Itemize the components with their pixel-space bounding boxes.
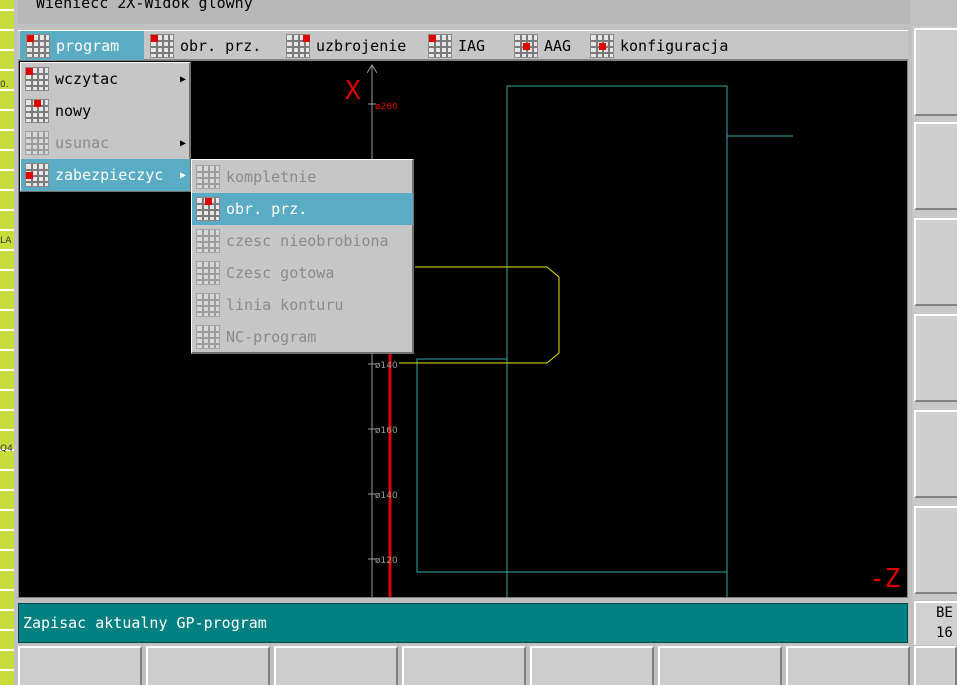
menu-item-nowy[interactable]: nowy (21, 95, 190, 127)
submenu-item-linia-konturu[interactable]: linia konturu (192, 289, 413, 321)
menu-item-label: nowy (55, 102, 92, 120)
softkey-4[interactable] (402, 646, 526, 685)
right-softkey-panel (912, 26, 957, 600)
menu-konfiguracja[interactable]: konfiguracja (584, 31, 754, 60)
menu-item-label: usunac (55, 134, 110, 152)
softkey-8[interactable] (914, 646, 957, 685)
z-axis-label: -Z (869, 564, 900, 594)
submenu-arrow-icon: ▶ (179, 137, 186, 149)
program-icon (26, 33, 50, 58)
new-icon (25, 99, 49, 123)
status-bar: Zapisac aktualny GP-program (18, 603, 908, 643)
obr-prz-icon (196, 197, 220, 221)
submenu-item-label: linia konturu (226, 296, 344, 314)
submenu-arrow-icon: ▶ (179, 169, 186, 181)
menu-label: AAG (544, 36, 572, 55)
submenu-item-czesc-nieobrobiona[interactable]: czesc nieobrobiona (192, 225, 413, 257)
window-title: Wieniecc 2X-Widok glowny (36, 0, 253, 12)
left-strip-label: Q4 (0, 444, 13, 454)
left-edge-strip: 0. LA Q4 (0, 0, 14, 685)
menu-label: IAG (458, 36, 486, 55)
tick-label: ø120 (375, 556, 398, 566)
menu-label: konfiguracja (620, 36, 729, 55)
vertical-softkey-5[interactable] (914, 410, 957, 498)
softkey-5[interactable] (530, 646, 654, 685)
vertical-softkey-6[interactable] (914, 506, 957, 594)
vertical-softkey-1[interactable] (914, 28, 957, 116)
grid-icon (196, 325, 220, 349)
menu-item-usunac[interactable]: usunac ▶ (21, 127, 190, 159)
load-icon (25, 67, 49, 91)
submenu-item-label: obr. prz. (226, 200, 308, 218)
tick-label: ø140 (375, 491, 398, 501)
mode-line-2: 16 (936, 625, 953, 641)
horizontal-softkey-bar (18, 646, 957, 685)
delete-icon (25, 131, 49, 155)
uzbrojenie-icon (286, 33, 310, 58)
x-axis-label: X (345, 76, 361, 106)
vertical-softkey-2[interactable] (914, 122, 957, 210)
grid-icon (196, 165, 220, 189)
softkey-2[interactable] (146, 646, 270, 685)
menu-item-zabezpieczyc[interactable]: zabezpieczyc ▶ (21, 159, 190, 191)
mode-line-1: BE (936, 605, 953, 621)
iag-icon (428, 33, 452, 58)
grid-icon (196, 229, 220, 253)
softkey-7[interactable] (786, 646, 910, 685)
menu-aag[interactable]: AAG (508, 31, 582, 60)
submenu-item-label: kompletnie (226, 168, 317, 186)
menu-obr-prz[interactable]: obr. prz. (144, 31, 278, 60)
grid-icon (196, 293, 220, 317)
softkey-6[interactable] (658, 646, 782, 685)
aag-icon (514, 33, 538, 58)
softkey-3[interactable] (274, 646, 398, 685)
save-icon (25, 163, 49, 187)
tick-label: ø260 (375, 102, 398, 112)
tick-label: ø140 (375, 361, 398, 371)
tick-label: ø160 (375, 426, 398, 436)
submenu-item-obr-prz[interactable]: obr. prz. (192, 193, 413, 225)
submenu-item-label: czesc nieobrobiona (226, 232, 389, 250)
status-message: Zapisac aktualny GP-program (23, 614, 267, 632)
menu-item-label: zabezpieczyc (55, 166, 164, 184)
vertical-softkey-4[interactable] (914, 314, 957, 402)
menu-program[interactable]: program (20, 31, 144, 60)
obr-prz-icon (150, 33, 174, 58)
menu-label: program (56, 36, 120, 55)
submenu-item-nc-program[interactable]: NC-program (192, 321, 413, 353)
vertical-softkey-3[interactable] (914, 218, 957, 306)
menu-item-label: wczytac (55, 70, 119, 88)
menu-iag[interactable]: IAG (422, 31, 506, 60)
grid-icon (196, 261, 220, 285)
left-strip-label: 0. (0, 80, 9, 90)
submenu-item-label: NC-program (226, 328, 317, 346)
blank-contour (506, 85, 728, 597)
submenu-item-label: Czesc gotowa (226, 264, 335, 282)
menu-label: uzbrojenie (316, 36, 407, 55)
menu-item-wczytac[interactable]: wczytac ▶ (21, 63, 190, 95)
submenu-item-kompletnie[interactable]: kompletnie (192, 161, 413, 193)
menu-label: obr. prz. (180, 36, 262, 55)
menu-uzbrojenie[interactable]: uzbrojenie (280, 31, 422, 60)
submenu-arrow-icon: ▶ (179, 73, 186, 85)
main-menubar: program obr. prz. uzbrojenie IAG AAG kon… (18, 30, 908, 60)
mode-indicator: BE 16 (914, 601, 957, 645)
konfiguracja-icon (590, 33, 614, 58)
save-submenu: kompletnie obr. prz. czesc nieobrobiona … (191, 159, 414, 354)
title-bar: Wieniecc 2X-Widok glowny (18, 0, 910, 24)
finished-contour (416, 86, 727, 573)
submenu-item-czesc-gotowa[interactable]: Czesc gotowa (192, 257, 413, 289)
part-contour (399, 266, 560, 364)
program-menu-dropdown: wczytac ▶ nowy usunac ▶ zabezpieczyc ▶ (20, 62, 191, 192)
left-strip-label: LA (0, 236, 12, 246)
softkey-1[interactable] (18, 646, 142, 685)
